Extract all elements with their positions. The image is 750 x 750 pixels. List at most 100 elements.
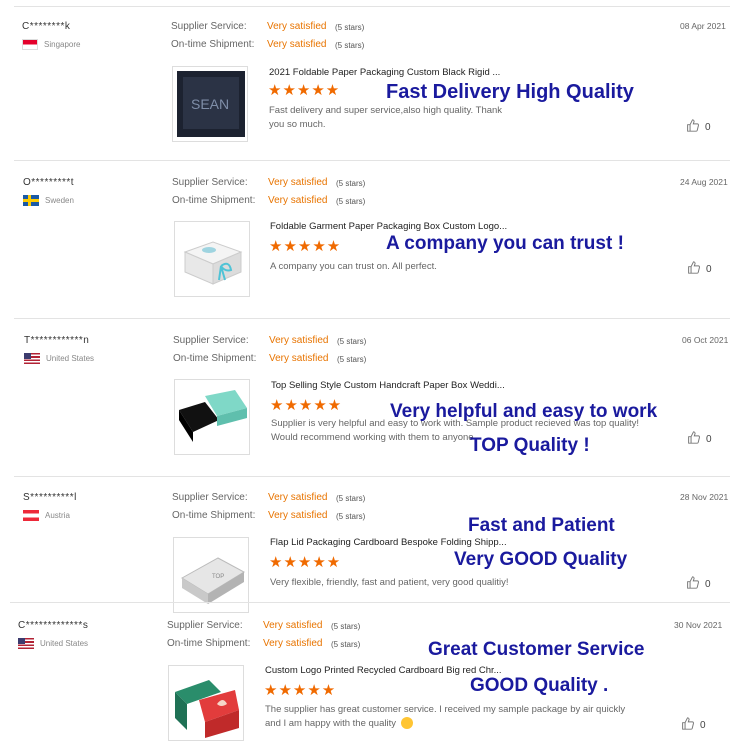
overlay-caption: Fast and Patient [468, 515, 615, 536]
reviewer-country: Sweden [23, 195, 74, 206]
ontime-shipment-value: Very satisfied [268, 195, 328, 206]
overlay-caption: Very GOOD Quality [454, 549, 628, 570]
reviewer-name: O*********t [23, 177, 75, 188]
thumbs-up-icon [681, 717, 694, 733]
thumbs-up-icon [686, 119, 699, 135]
reviewer-country: Singapore [22, 39, 80, 50]
review-card: C*************s United States Supplier S… [10, 602, 730, 750]
product-thumbnail[interactable] [174, 379, 250, 455]
product-rating-stars: ★★★★★ [269, 554, 342, 571]
product-title-link[interactable]: Top Selling Style Custom Handcraft Paper… [271, 380, 505, 391]
review-card: T************n United States Supplier Se… [14, 318, 730, 476]
review-date: 30 Nov 2021 [674, 620, 723, 630]
ontime-shipment-label: On-time Shipment: [167, 638, 251, 649]
product-rating-stars: ★★★★★ [268, 82, 341, 99]
overlay-caption: GOOD Quality . [470, 675, 609, 696]
product-title-link[interactable]: Foldable Garment Paper Packaging Box Cus… [270, 221, 507, 232]
review-comment: Very flexible, friendly, fast and patien… [270, 577, 509, 588]
svg-text:SEAN: SEAN [191, 96, 229, 112]
reviewer-name: C*************s [18, 620, 89, 631]
supplier-service-stars: (5 stars) [337, 337, 367, 346]
product-thumbnail[interactable] [174, 221, 250, 297]
product-title-link[interactable]: 2021 Foldable Paper Packaging Custom Bla… [269, 67, 500, 78]
supplier-service-value: Very satisfied [263, 620, 323, 631]
flag-icon-united-states [24, 353, 40, 364]
comment-text: The supplier has great customer service.… [265, 704, 626, 729]
reviewer-country: United States [24, 353, 94, 364]
product-thumbnail[interactable]: SEAN [172, 66, 248, 142]
supplier-service-value: Very satisfied [267, 21, 327, 32]
reviewer-country: Austria [23, 510, 70, 521]
ontime-shipment-stars: (5 stars) [336, 197, 366, 206]
supplier-service-label: Supplier Service: [173, 335, 249, 346]
reviewer-country: United States [18, 638, 88, 649]
ontime-shipment-value: Very satisfied [268, 510, 328, 521]
black-gift-box-image: SEAN [177, 71, 245, 137]
like-button[interactable]: 0 [686, 576, 711, 592]
black-and-teal-box-image [179, 390, 247, 442]
product-thumbnail[interactable] [168, 665, 244, 741]
smiley-icon [400, 717, 413, 730]
country-label: Singapore [44, 40, 81, 49]
white-gift-box-image [183, 241, 243, 285]
thumbs-up-icon [687, 431, 700, 447]
overlay-caption: A company you can trust ! [386, 233, 624, 254]
reviewer-name: C********k [22, 21, 71, 32]
ontime-shipment-label: On-time Shipment: [172, 195, 256, 206]
product-title-link[interactable]: Flap Lid Packaging Cardboard Bespoke Fol… [270, 537, 507, 548]
ontime-shipment-stars: (5 stars) [335, 41, 365, 50]
product-title-link[interactable]: Custom Logo Printed Recycled Cardboard B… [265, 665, 502, 676]
overlay-caption: Great Customer Service [428, 639, 645, 660]
ontime-shipment-stars: (5 stars) [337, 355, 367, 364]
review-card: C********k Singapore Supplier Service: V… [14, 6, 730, 160]
flag-icon-sweden [23, 195, 39, 206]
review-comment: A company you can trust on. All perfect. [270, 261, 437, 272]
country-label: Sweden [45, 196, 74, 205]
supplier-service-value: Very satisfied [269, 335, 329, 346]
ontime-shipment-label: On-time Shipment: [173, 353, 257, 364]
ontime-shipment-label: On-time Shipment: [171, 39, 255, 50]
supplier-service-value: Very satisfied [268, 492, 328, 503]
product-rating-stars: ★★★★★ [269, 238, 342, 255]
review-date: 24 Aug 2021 [680, 177, 728, 187]
like-button[interactable]: 0 [686, 119, 711, 135]
like-count: 0 [706, 263, 712, 275]
supplier-service-stars: (5 stars) [336, 179, 366, 188]
overlay-caption: Fast Delivery High Quality [386, 81, 634, 103]
flag-icon-united-states [18, 638, 34, 649]
supplier-service-stars: (5 stars) [336, 494, 366, 503]
red-christmas-box-image [175, 680, 239, 738]
ontime-shipment-label: On-time Shipment: [172, 510, 256, 521]
thumbs-up-icon [686, 576, 699, 592]
ontime-shipment-stars: (5 stars) [331, 640, 361, 649]
like-button[interactable]: 0 [681, 717, 706, 733]
ontime-shipment-value: Very satisfied [269, 353, 329, 364]
review-date: 08 Apr 2021 [680, 21, 726, 31]
like-count: 0 [706, 433, 712, 445]
supplier-service-label: Supplier Service: [172, 177, 248, 188]
country-label: United States [46, 354, 95, 363]
svg-text:TOP: TOP [212, 574, 224, 580]
flag-icon-austria [23, 510, 39, 521]
ontime-shipment-value: Very satisfied [263, 638, 323, 649]
overlay-caption: Very helpful and easy to work [390, 401, 658, 422]
country-label: United States [40, 639, 89, 648]
ontime-shipment-value: Very satisfied [267, 39, 327, 50]
ontime-shipment-stars: (5 stars) [336, 512, 366, 521]
supplier-service-label: Supplier Service: [167, 620, 243, 631]
flag-icon-singapore [22, 39, 38, 50]
like-count: 0 [700, 719, 706, 731]
thumbs-up-icon [687, 261, 700, 277]
review-comment: Fast delivery and super service,also hig… [269, 105, 503, 130]
like-button[interactable]: 0 [687, 431, 712, 447]
review-date: 06 Oct 2021 [682, 335, 729, 345]
review-date: 28 Nov 2021 [680, 492, 729, 502]
overlay-caption: TOP Quality ! [470, 435, 590, 456]
product-rating-stars: ★★★★★ [270, 397, 343, 414]
like-button[interactable]: 0 [687, 261, 712, 277]
reviewer-name: S**********l [23, 492, 77, 503]
supplier-service-label: Supplier Service: [171, 21, 247, 32]
supplier-service-label: Supplier Service: [172, 492, 248, 503]
like-count: 0 [705, 578, 711, 590]
country-label: Austria [45, 511, 70, 520]
